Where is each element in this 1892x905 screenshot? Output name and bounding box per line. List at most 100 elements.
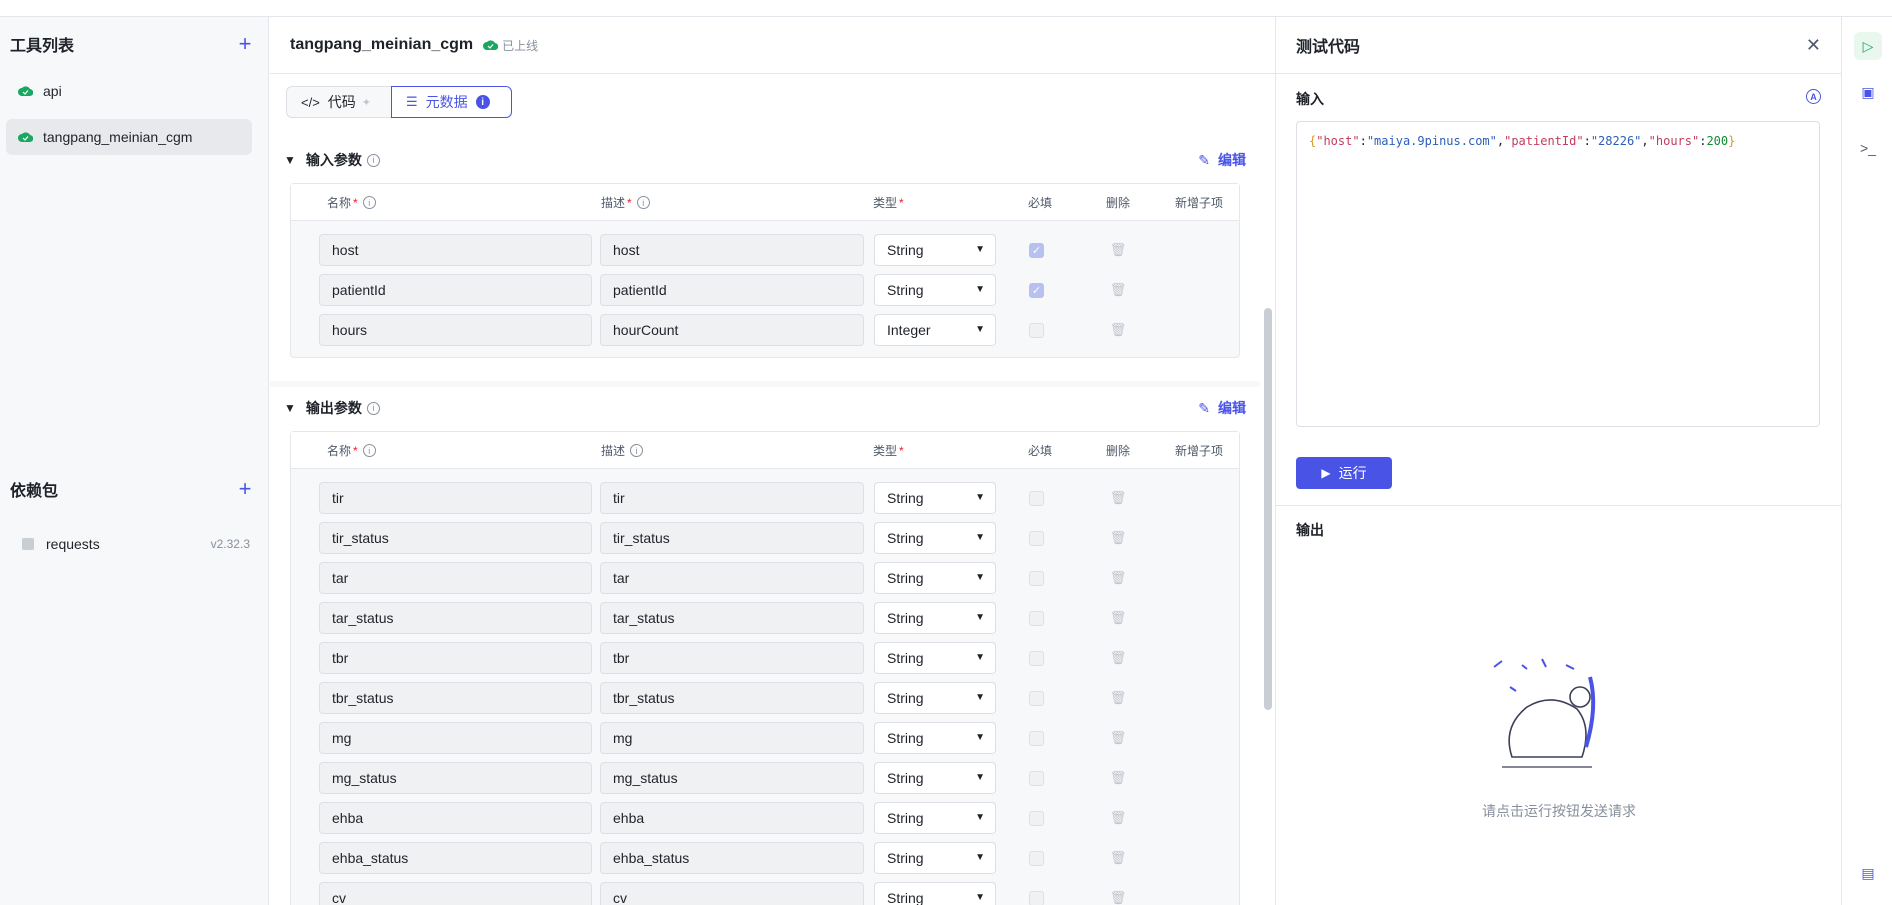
- required-checkbox[interactable]: [1029, 731, 1044, 746]
- param-desc-input[interactable]: cv: [600, 882, 864, 905]
- trash-icon[interactable]: 🗑: [1110, 650, 1127, 665]
- param-name-input[interactable]: tbr_status: [319, 682, 592, 714]
- chevron-down-icon: ▼: [975, 892, 985, 903]
- param-type-select[interactable]: String ▼: [874, 642, 996, 674]
- required-checkbox[interactable]: [1029, 691, 1044, 706]
- param-type-select[interactable]: String ▼: [874, 682, 996, 714]
- monitor-icon[interactable]: ▣: [1854, 78, 1882, 106]
- trash-icon[interactable]: 🗑: [1110, 810, 1127, 825]
- required-checkbox[interactable]: [1029, 571, 1044, 586]
- info-icon[interactable]: i: [366, 153, 380, 167]
- param-type-select[interactable]: String ▼: [874, 234, 996, 266]
- param-name-input[interactable]: tar: [319, 562, 592, 594]
- close-icon[interactable]: ✕: [1806, 35, 1821, 56]
- trash-icon[interactable]: 🗑: [1110, 530, 1127, 545]
- param-desc-input[interactable]: tar: [600, 562, 864, 594]
- param-desc-input[interactable]: host: [600, 234, 864, 266]
- param-row: patientId patientId String ▼ ✓ 🗑: [291, 269, 1239, 309]
- tool-item[interactable]: tangpang_meinian_cgm: [6, 119, 252, 155]
- table-header: 名称 * i 描述 i 类型 * 必填 删除 新增子项: [291, 432, 1239, 469]
- param-desc-input[interactable]: tir_status: [600, 522, 864, 554]
- trash-icon[interactable]: 🗑: [1110, 610, 1127, 625]
- param-type-select[interactable]: String ▼: [874, 274, 996, 306]
- chevron-down-icon: ▼: [975, 284, 985, 295]
- input-code-editor[interactable]: {"host":"maiya.9pinus.com","patientId":"…: [1296, 121, 1820, 427]
- param-name-input[interactable]: hours: [319, 314, 592, 346]
- format-icon[interactable]: A: [1806, 89, 1821, 104]
- tab-code[interactable]: </> 代码 ✦: [286, 86, 391, 118]
- param-type-select[interactable]: Integer ▼: [874, 314, 996, 346]
- trash-icon[interactable]: 🗑: [1110, 690, 1127, 705]
- param-type-select[interactable]: String ▼: [874, 762, 996, 794]
- required-checkbox[interactable]: [1029, 651, 1044, 666]
- package-item[interactable]: requests v2.32.3: [22, 532, 250, 556]
- param-type-select[interactable]: String ▼: [874, 882, 996, 905]
- param-type-select[interactable]: String ▼: [874, 522, 996, 554]
- chevron-down-icon: ▼: [975, 492, 985, 503]
- required-checkbox[interactable]: [1029, 611, 1044, 626]
- trash-icon[interactable]: 🗑: [1110, 850, 1127, 865]
- output-edit-button[interactable]: ✎ 编辑: [1198, 398, 1246, 418]
- trash-icon[interactable]: 🗑: [1110, 490, 1127, 505]
- param-desc-input[interactable]: patientId: [600, 274, 864, 306]
- param-name-input[interactable]: tir_status: [319, 522, 592, 554]
- required-checkbox[interactable]: ✓: [1029, 283, 1044, 298]
- scrollbar-thumb[interactable]: [1264, 308, 1272, 710]
- required-checkbox[interactable]: [1029, 323, 1044, 338]
- param-name-input[interactable]: ehba_status: [319, 842, 592, 874]
- required-checkbox[interactable]: [1029, 811, 1044, 826]
- trash-icon[interactable]: 🗑: [1110, 242, 1127, 257]
- run-test-icon[interactable]: ▷: [1854, 32, 1882, 60]
- param-type-select[interactable]: String ▼: [874, 722, 996, 754]
- param-type-select[interactable]: String ▼: [874, 842, 996, 874]
- param-desc-input[interactable]: hourCount: [600, 314, 864, 346]
- required-checkbox[interactable]: [1029, 851, 1044, 866]
- param-name-input[interactable]: tir: [319, 482, 592, 514]
- param-type-select[interactable]: String ▼: [874, 482, 996, 514]
- trash-icon[interactable]: 🗑: [1110, 282, 1127, 297]
- param-name-input[interactable]: mg: [319, 722, 592, 754]
- param-desc-input[interactable]: tbr_status: [600, 682, 864, 714]
- chevron-down-icon[interactable]: ▼: [284, 153, 296, 167]
- param-desc-input[interactable]: ehba_status: [600, 842, 864, 874]
- param-desc-input[interactable]: mg: [600, 722, 864, 754]
- param-row: tir tir String ▼ 🗑: [291, 477, 1239, 517]
- param-type-select[interactable]: String ▼: [874, 562, 996, 594]
- required-checkbox[interactable]: [1029, 891, 1044, 905]
- param-type-select[interactable]: String ▼: [874, 802, 996, 834]
- trash-icon[interactable]: 🗑: [1110, 730, 1127, 745]
- param-name-input[interactable]: patientId: [319, 274, 592, 306]
- param-name-input[interactable]: tbr: [319, 642, 592, 674]
- scrollbar[interactable]: [1260, 134, 1275, 905]
- trash-icon[interactable]: 🗑: [1110, 770, 1127, 785]
- tab-metadata[interactable]: ☰ 元数据 i: [391, 86, 512, 118]
- run-button[interactable]: ▶ 运行: [1296, 457, 1392, 489]
- required-checkbox[interactable]: [1029, 491, 1044, 506]
- param-name-input[interactable]: host: [319, 234, 592, 266]
- add-tool-button[interactable]: +: [235, 33, 255, 55]
- param-desc-input[interactable]: tir: [600, 482, 864, 514]
- docs-icon[interactable]: ▤: [1854, 859, 1882, 887]
- param-desc-input[interactable]: tar_status: [600, 602, 864, 634]
- required-checkbox[interactable]: ✓: [1029, 243, 1044, 258]
- param-name-input[interactable]: cv: [319, 882, 592, 905]
- required-checkbox[interactable]: [1029, 771, 1044, 786]
- test-panel-title: 测试代码: [1296, 39, 1361, 56]
- add-package-button[interactable]: +: [235, 478, 255, 500]
- chevron-down-icon[interactable]: ▼: [284, 401, 296, 415]
- required-checkbox[interactable]: [1029, 531, 1044, 546]
- param-name-input[interactable]: tar_status: [319, 602, 592, 634]
- param-desc-input[interactable]: tbr: [600, 642, 864, 674]
- input-edit-button[interactable]: ✎ 编辑: [1198, 150, 1246, 170]
- info-icon[interactable]: i: [366, 401, 380, 415]
- param-desc-input[interactable]: mg_status: [600, 762, 864, 794]
- param-name-input[interactable]: mg_status: [319, 762, 592, 794]
- trash-icon[interactable]: 🗑: [1110, 890, 1127, 905]
- param-desc-input[interactable]: ehba: [600, 802, 864, 834]
- param-name-input[interactable]: ehba: [319, 802, 592, 834]
- terminal-icon[interactable]: >_: [1854, 134, 1882, 162]
- trash-icon[interactable]: 🗑: [1110, 322, 1127, 337]
- trash-icon[interactable]: 🗑: [1110, 570, 1127, 585]
- param-type-select[interactable]: String ▼: [874, 602, 996, 634]
- tool-item[interactable]: api: [6, 73, 252, 109]
